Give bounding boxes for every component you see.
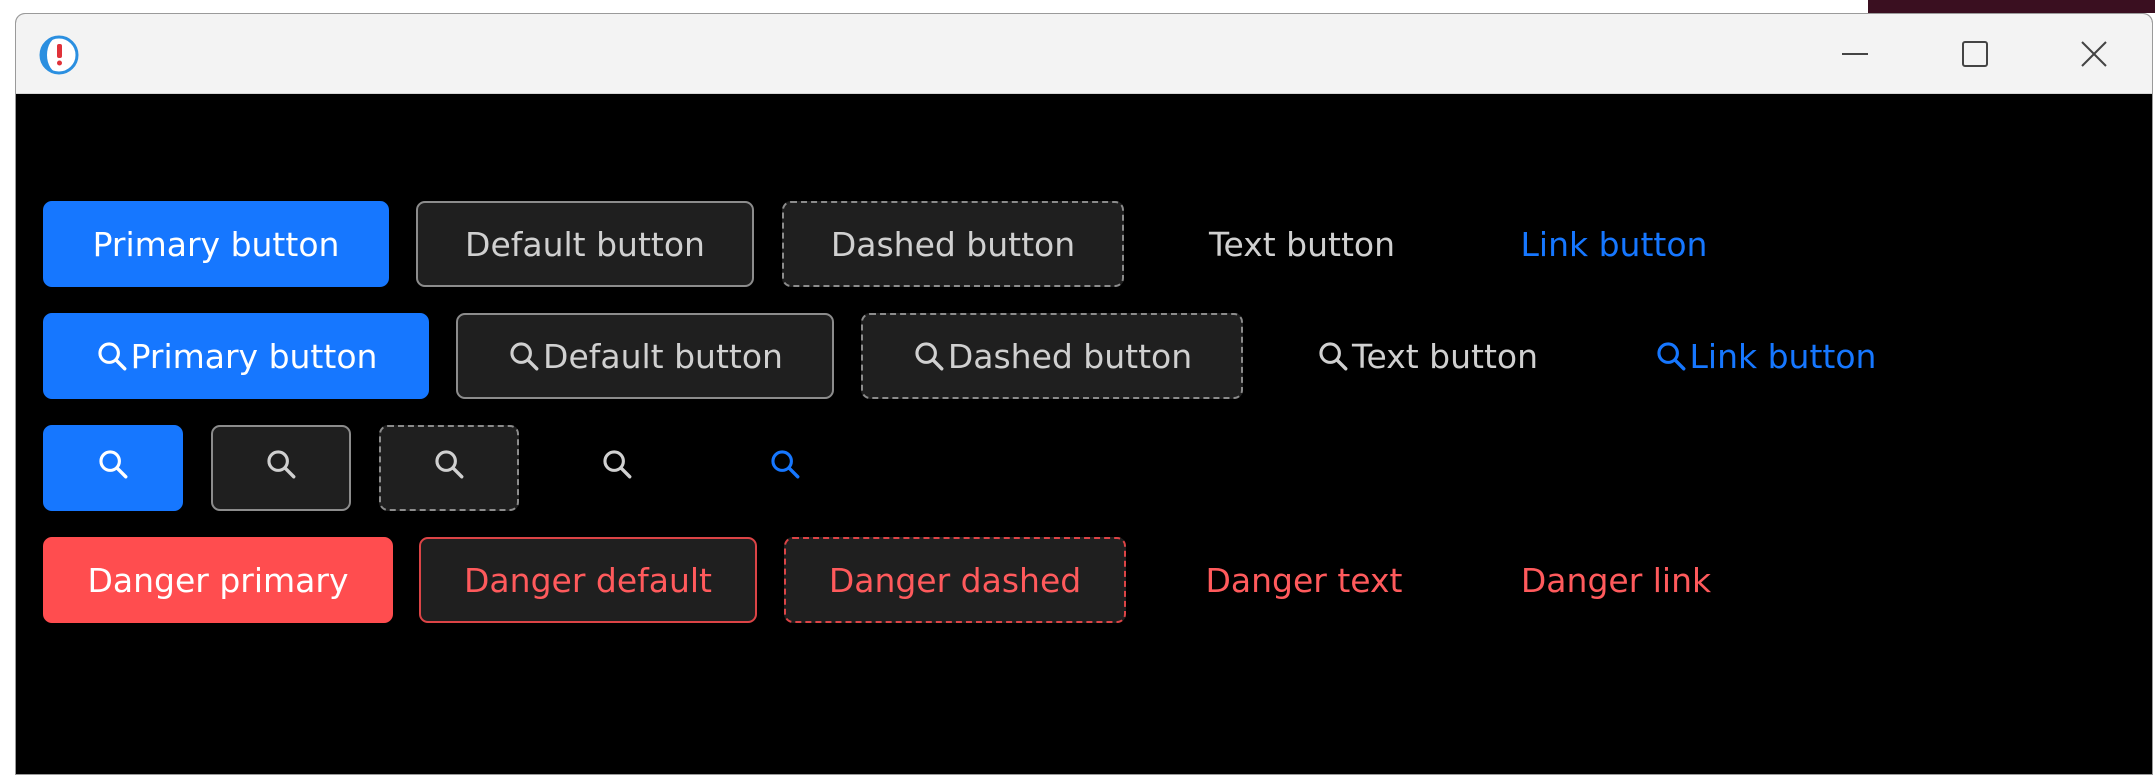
search-icon — [1654, 339, 1688, 373]
primary-button[interactable]: Primary button — [43, 201, 389, 287]
search-icon — [600, 447, 634, 489]
default-search-button[interactable]: Default button — [456, 313, 834, 399]
text-icon-button[interactable] — [547, 425, 687, 511]
text-search-button[interactable]: Text button — [1269, 313, 1585, 399]
link-search-button-label: Link button — [1689, 336, 1877, 376]
search-icon — [912, 339, 946, 373]
dashed-search-button[interactable]: Dashed button — [861, 313, 1243, 399]
primary-icon-button[interactable] — [43, 425, 183, 511]
danger-dashed-button[interactable]: Danger dashed — [784, 537, 1126, 623]
link-button[interactable]: Link button — [1464, 201, 1764, 287]
text-search-button-label: Text button — [1351, 336, 1539, 376]
minimize-button[interactable] — [1832, 31, 1878, 77]
danger-primary-button[interactable]: Danger primary — [43, 537, 393, 623]
row-icon-text-buttons: Primary button Default button Dashed but… — [43, 313, 1925, 399]
maximize-icon — [1962, 41, 1988, 67]
text-button[interactable]: Text button — [1152, 201, 1452, 287]
row-icon-only-buttons — [43, 425, 855, 511]
maximize-button[interactable] — [1952, 31, 1998, 77]
primary-search-button-label: Primary button — [130, 336, 378, 376]
dashed-icon-button[interactable] — [379, 425, 519, 511]
search-icon — [95, 339, 129, 373]
search-icon — [768, 447, 802, 489]
desktop-background — [1868, 0, 2155, 13]
link-icon-button[interactable] — [715, 425, 855, 511]
default-icon-button[interactable] — [211, 425, 351, 511]
dashed-button[interactable]: Dashed button — [782, 201, 1124, 287]
search-icon — [96, 447, 130, 489]
danger-text-button[interactable]: Danger text — [1154, 537, 1454, 623]
default-search-button-label: Default button — [543, 336, 783, 376]
title-bar — [16, 14, 2152, 94]
search-icon — [507, 339, 541, 373]
close-icon — [2081, 41, 2107, 67]
app-logo-icon — [39, 35, 79, 75]
row-danger-buttons: Danger primary Danger default Danger das… — [43, 537, 1766, 623]
app-window: Primary button Default button Dashed but… — [15, 13, 2153, 775]
danger-default-button[interactable]: Danger default — [419, 537, 757, 623]
link-search-button[interactable]: Link button — [1605, 313, 1925, 399]
primary-search-button[interactable]: Primary button — [43, 313, 429, 399]
search-icon — [1316, 339, 1350, 373]
minimize-icon — [1842, 53, 1868, 55]
default-button[interactable]: Default button — [416, 201, 754, 287]
close-button[interactable] — [2071, 31, 2117, 77]
dashed-search-button-label: Dashed button — [947, 336, 1193, 376]
search-icon — [432, 447, 466, 489]
row-basic-buttons: Primary button Default button Dashed but… — [43, 201, 1764, 287]
search-icon — [264, 447, 298, 489]
danger-link-button[interactable]: Danger link — [1466, 537, 1766, 623]
